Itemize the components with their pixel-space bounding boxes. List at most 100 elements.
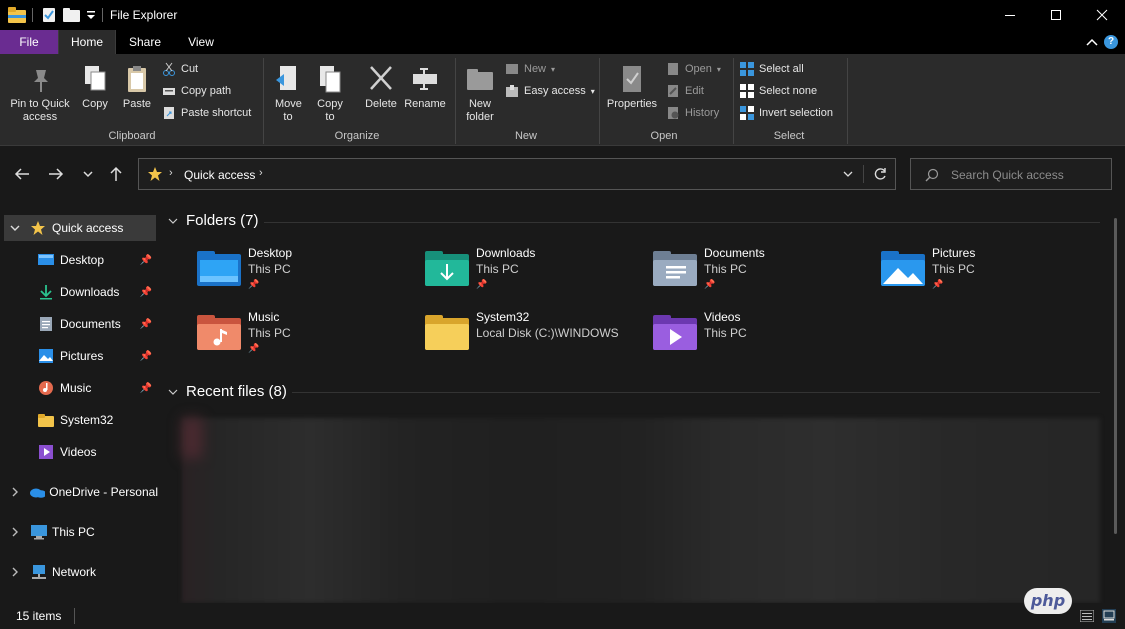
collapse-ribbon-icon[interactable] — [1086, 37, 1098, 47]
copy-to-button[interactable]: Copy to — [310, 64, 350, 124]
folder-desktop[interactable]: Desktop This PC 📌 — [196, 246, 416, 302]
maximize-icon — [1051, 10, 1061, 20]
copy-path-button[interactable]: Copy path — [162, 82, 231, 100]
properties-button[interactable]: Properties — [603, 64, 661, 111]
pin-to-quick-access-button[interactable]: Pin to Quick access — [4, 64, 76, 124]
breadcrumb-quick-access[interactable]: Quick access — [184, 168, 255, 182]
move-to-button[interactable]: Move to — [268, 64, 308, 124]
recent-locations-button[interactable] — [76, 163, 100, 185]
copy-button[interactable]: Copy — [76, 64, 114, 111]
minimize-button[interactable] — [987, 0, 1033, 30]
easy-access-label: Easy access — [524, 85, 586, 97]
folder-downloads[interactable]: Downloads This PC 📌 — [424, 246, 644, 302]
cut-button[interactable]: Cut — [162, 60, 198, 78]
edit-button[interactable]: Edit — [666, 82, 704, 100]
chevron-right-icon — [12, 527, 18, 537]
tab-view[interactable]: View — [174, 30, 228, 54]
recent-files-list[interactable] — [182, 418, 1100, 603]
details-view-icon[interactable] — [1080, 610, 1094, 622]
delete-label: Delete — [365, 98, 397, 110]
section-divider — [264, 222, 1100, 223]
php-watermark: php — [1024, 588, 1072, 614]
tab-home[interactable]: Home — [58, 30, 116, 54]
folder-documents[interactable]: Documents This PC 📌 — [652, 246, 872, 302]
help-icon[interactable]: ? — [1104, 35, 1118, 49]
sidebar-item-videos[interactable]: Videos — [0, 439, 158, 465]
close-button[interactable] — [1079, 0, 1125, 30]
folder-videos[interactable]: Videos This PC — [652, 310, 872, 366]
folder-name: System32 — [476, 310, 530, 324]
properties-qat-icon[interactable] — [42, 7, 56, 23]
open-group-label: Open — [650, 130, 678, 142]
pin-icon: 📌 — [248, 279, 260, 289]
title-separator — [32, 8, 33, 22]
ribbon-tabs: File Home Share View ? — [0, 30, 1125, 54]
maximize-button[interactable] — [1033, 0, 1079, 30]
search-box[interactable]: Search Quick access — [910, 158, 1112, 190]
pin-label: Pin to Quick access — [10, 98, 70, 123]
sidebar-item-this-pc[interactable]: This PC — [0, 519, 158, 545]
chevron-down-icon — [10, 225, 20, 231]
star-icon — [148, 167, 162, 181]
dropdown-arrow-icon: ▾ — [551, 64, 556, 74]
rename-button[interactable]: Rename — [403, 64, 447, 111]
back-button[interactable] — [10, 163, 34, 185]
history-button[interactable]: History — [666, 104, 719, 122]
new-item-button[interactable]: New ▾ — [505, 60, 555, 78]
breadcrumb-chevron-icon[interactable]: › — [259, 167, 263, 179]
pin-icon[interactable]: 📌 — [140, 319, 152, 330]
paste-shortcut-button[interactable]: Paste shortcut — [162, 104, 251, 122]
address-dropdown-icon[interactable] — [843, 170, 853, 178]
select-all-button[interactable]: Select all — [740, 60, 804, 78]
invert-selection-icon — [740, 106, 754, 120]
paste-button[interactable]: Paste — [118, 64, 156, 111]
large-icons-view-icon[interactable] — [1102, 609, 1116, 623]
up-button[interactable] — [104, 163, 128, 185]
pin-icon[interactable]: 📌 — [140, 383, 152, 394]
address-bar[interactable]: › Quick access › — [138, 158, 896, 190]
properties-label: Properties — [606, 98, 658, 110]
folders-section-header[interactable]: Folders (7) — [168, 212, 259, 229]
folder-location: This PC — [932, 262, 975, 276]
open-button[interactable]: Open ▾ — [666, 60, 721, 78]
select-group-label: Select — [773, 130, 805, 142]
invert-selection-label: Invert selection — [759, 107, 833, 119]
new-folder-button[interactable]: New folder — [459, 64, 501, 124]
pin-icon[interactable]: 📌 — [140, 287, 152, 298]
recent-header-label: Recent files (8) — [186, 383, 287, 400]
customize-qat-icon[interactable] — [86, 10, 96, 20]
forward-button[interactable] — [44, 163, 68, 185]
sidebar-item-music[interactable]: Music 📌 — [0, 375, 158, 401]
folder-music[interactable]: Music This PC 📌 — [196, 310, 416, 366]
delete-button[interactable]: Delete — [361, 64, 401, 111]
delete-icon — [370, 66, 392, 90]
new-folder-qat-icon[interactable] — [63, 8, 80, 22]
easy-access-button[interactable]: Easy access ▾ — [505, 82, 595, 100]
select-none-button[interactable]: Select none — [740, 82, 817, 100]
desktop-icon — [38, 254, 54, 265]
sidebar-item-downloads[interactable]: Downloads 📌 — [0, 279, 158, 305]
sidebar-item-documents[interactable]: Documents 📌 — [0, 311, 158, 337]
rename-label: Rename — [404, 98, 446, 110]
status-separator — [74, 608, 75, 624]
sidebar-item-label: Videos — [60, 445, 97, 459]
sidebar-item-label: Music — [60, 381, 92, 395]
sidebar-item-desktop[interactable]: Desktop 📌 — [0, 247, 158, 273]
folder-system32[interactable]: System32 Local Disk (C:)\WINDOWS — [424, 310, 644, 366]
sidebar-item-quick-access[interactable]: Quick access — [4, 215, 156, 241]
pin-icon[interactable]: 📌 — [140, 351, 152, 362]
new-folder-label: New folder — [466, 98, 494, 123]
sidebar-item-system32[interactable]: System32 — [0, 407, 158, 433]
pin-icon[interactable]: 📌 — [140, 255, 152, 266]
tab-file[interactable]: File — [0, 30, 58, 54]
recent-files-section-header[interactable]: Recent files (8) — [168, 383, 287, 400]
sidebar-item-pictures[interactable]: Pictures 📌 — [0, 343, 158, 369]
item-count: 15 items — [16, 609, 62, 623]
sidebar-item-network[interactable]: Network — [0, 559, 158, 585]
refresh-icon[interactable] — [873, 167, 887, 181]
sidebar-item-onedrive[interactable]: OneDrive - Personal — [0, 479, 158, 505]
tab-share[interactable]: Share — [118, 30, 172, 54]
scrollbar-thumb[interactable] — [1114, 218, 1117, 534]
invert-selection-button[interactable]: Invert selection — [740, 104, 833, 122]
folder-pictures[interactable]: Pictures This PC 📌 — [880, 246, 1100, 302]
